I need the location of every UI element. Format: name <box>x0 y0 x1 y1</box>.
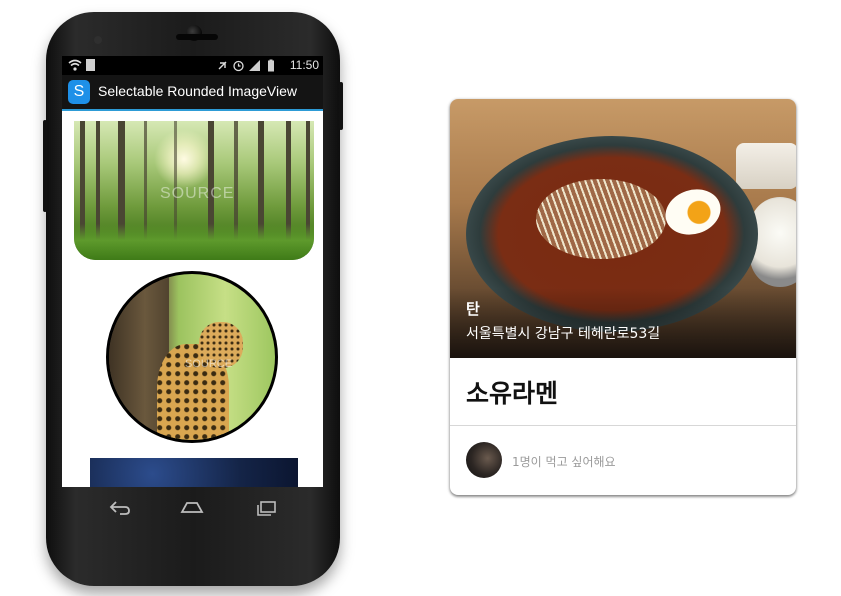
volume-button[interactable] <box>43 120 47 212</box>
avatar[interactable] <box>466 442 502 478</box>
signal-icon <box>248 59 261 72</box>
status-bar: 11:50 <box>62 56 323 75</box>
want-count-text: 1명이 먹고 싶어해요 <box>512 455 616 469</box>
alarm-icon <box>232 59 245 72</box>
recents-icon[interactable] <box>252 497 280 517</box>
mute-icon <box>216 59 229 72</box>
forest-image[interactable]: SOURCE <box>74 121 314 260</box>
action-bar: S Selectable Rounded ImageView <box>62 75 323 111</box>
home-icon[interactable] <box>178 497 206 517</box>
navigation-bar <box>62 487 323 527</box>
phone-screen: 11:50 S Selectable Rounded ImageView SOU… <box>62 56 323 487</box>
image-watermark: SOURCE <box>160 185 235 202</box>
sunlight <box>154 129 214 189</box>
status-icons <box>216 58 277 73</box>
battery-icon <box>264 59 277 72</box>
dish-name: 소유라멘 <box>466 379 559 408</box>
grass <box>74 224 314 260</box>
restaurant-card[interactable]: 탄 서울특별시 강남구 테헤란로53길 소유라멘 1명이 먹고 싶어해요 <box>450 99 796 495</box>
earpiece <box>176 34 218 40</box>
wifi-icon <box>68 59 82 71</box>
proximity-sensor <box>94 36 102 44</box>
cheetah-image[interactable]: SOURCE <box>106 271 278 443</box>
status-time: 11:50 <box>289 58 319 72</box>
app-title: Selectable Rounded ImageView <box>98 83 297 99</box>
restaurant-name: 탄 <box>466 300 480 318</box>
sim-icon <box>86 59 95 71</box>
night-sky-image[interactable] <box>90 458 298 487</box>
ramen-photo[interactable]: 탄 서울특별시 강남구 테헤란로53길 <box>450 99 796 358</box>
back-icon[interactable] <box>106 497 134 517</box>
image-watermark: SOURCE <box>185 358 233 370</box>
power-button[interactable] <box>339 82 343 130</box>
phone-frame: 11:50 S Selectable Rounded ImageView SOU… <box>43 12 343 586</box>
app-logo-icon[interactable]: S <box>68 80 90 104</box>
side-dish <box>736 143 796 189</box>
noodles <box>536 179 666 259</box>
divider <box>450 425 796 426</box>
restaurant-address: 서울특별시 강남구 테헤란로53길 <box>466 326 661 342</box>
